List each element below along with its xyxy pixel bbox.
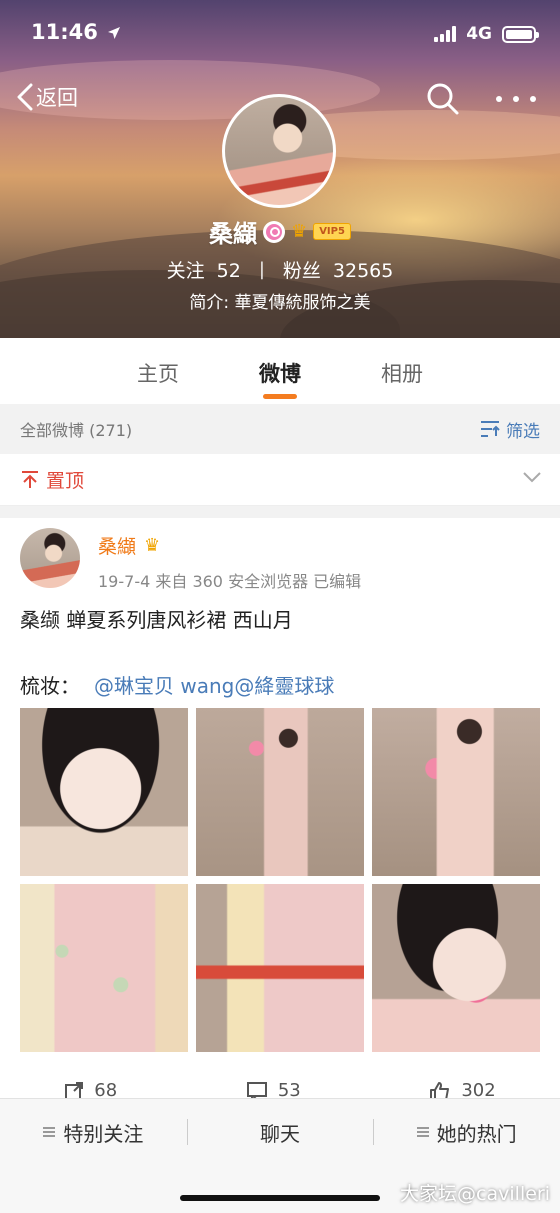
pin-icon bbox=[22, 470, 38, 488]
post-card[interactable]: 桑纈 ♛ 19-7-4 来自 360 安全浏览器 已编辑 桑缬 蝉夏系列唐风衫裙… bbox=[0, 518, 560, 1101]
chat-button[interactable]: 聊天 bbox=[186, 1117, 374, 1147]
status-bar: 11:46 4G bbox=[0, 18, 560, 52]
tab-home[interactable]: 主页 bbox=[97, 338, 219, 404]
profile-tabs: 主页 微博 相册 bbox=[0, 338, 560, 404]
chevron-left-icon bbox=[17, 83, 33, 111]
profile-name: 桑纈 bbox=[209, 220, 258, 248]
back-label: 返回 bbox=[36, 86, 78, 110]
profile-name-row: 桑纈 ♛ VIP5 bbox=[0, 214, 560, 249]
status-time: 11:46 bbox=[31, 20, 121, 44]
bottom-action-items: 特别关注 聊天 她的热门 bbox=[0, 1117, 560, 1147]
menu-icon bbox=[43, 1127, 56, 1137]
post-image[interactable] bbox=[20, 884, 188, 1052]
following-stat[interactable]: 关注 52 bbox=[167, 256, 241, 283]
post-image[interactable] bbox=[196, 708, 364, 876]
profile-cover: 11:46 4G 返回 桑纈 ♛ VIP5 关注 52 | 粉丝 32565 简介:… bbox=[0, 0, 560, 338]
post-author-row: 桑纈 ♛ bbox=[98, 532, 160, 559]
post-text: 桑缬 蝉夏系列唐风衫裙 西山月 bbox=[20, 608, 293, 632]
section-divider bbox=[0, 506, 560, 518]
vip-badge[interactable]: VIP5 bbox=[313, 223, 351, 240]
filter-icon bbox=[481, 421, 500, 437]
post-avatar[interactable] bbox=[20, 528, 80, 588]
bottom-action-bar: 特别关注 聊天 她的热门 大家坛@cavilleri bbox=[0, 1098, 560, 1213]
crown-icon: ♛ bbox=[144, 534, 161, 556]
search-icon[interactable] bbox=[426, 82, 460, 116]
post-image-grid bbox=[20, 708, 540, 1052]
post-image[interactable] bbox=[372, 884, 540, 1052]
profile-avatar[interactable] bbox=[222, 94, 336, 208]
her-hot-posts-button[interactable]: 她的热门 bbox=[373, 1117, 560, 1147]
more-button[interactable] bbox=[496, 86, 536, 112]
stats-separator: | bbox=[258, 259, 265, 280]
location-arrow-icon bbox=[108, 27, 121, 39]
pinned-label: 置顶 bbox=[46, 470, 85, 492]
female-icon bbox=[263, 220, 286, 243]
profile-bio: 简介: 華夏傳統服饰之美 bbox=[189, 293, 371, 313]
post-makeup-line: 梳妆： @琳宝贝 wang@絳靈球球 bbox=[20, 670, 334, 699]
pinned-row[interactable]: 置顶 bbox=[0, 454, 560, 506]
filter-button[interactable]: 筛选 bbox=[480, 417, 540, 442]
profile-stats: 关注 52 | 粉丝 32565 bbox=[0, 256, 560, 283]
post-meta: 19-7-4 来自 360 安全浏览器 已编辑 bbox=[98, 572, 362, 591]
crown-icon: ♛ bbox=[291, 220, 308, 242]
filter-bar: 全部微博 (271) 筛选 bbox=[0, 404, 560, 454]
status-right: 4G bbox=[434, 24, 539, 44]
all-posts-label: 全部微博 (271) bbox=[20, 421, 133, 440]
post-image[interactable] bbox=[372, 708, 540, 876]
followers-stat[interactable]: 粉丝 32565 bbox=[283, 256, 393, 283]
menu-icon bbox=[416, 1127, 429, 1137]
watermark: 大家坛@cavilleri bbox=[400, 1183, 550, 1205]
tab-weibo[interactable]: 微博 bbox=[219, 338, 341, 404]
back-button[interactable]: 返回 bbox=[16, 82, 78, 112]
battery-icon bbox=[502, 25, 539, 43]
post-author[interactable]: 桑纈 bbox=[98, 532, 136, 559]
signal-icon bbox=[434, 26, 457, 42]
home-indicator bbox=[180, 1195, 380, 1201]
chevron-down-icon[interactable] bbox=[522, 470, 542, 484]
post-image[interactable] bbox=[196, 884, 364, 1052]
post-mentions[interactable]: @琳宝贝 wang@絳靈球球 bbox=[94, 670, 334, 699]
special-follow-button[interactable]: 特别关注 bbox=[0, 1117, 187, 1147]
tab-album[interactable]: 相册 bbox=[341, 338, 463, 404]
post-image[interactable] bbox=[20, 708, 188, 876]
network-label: 4G bbox=[466, 24, 492, 44]
